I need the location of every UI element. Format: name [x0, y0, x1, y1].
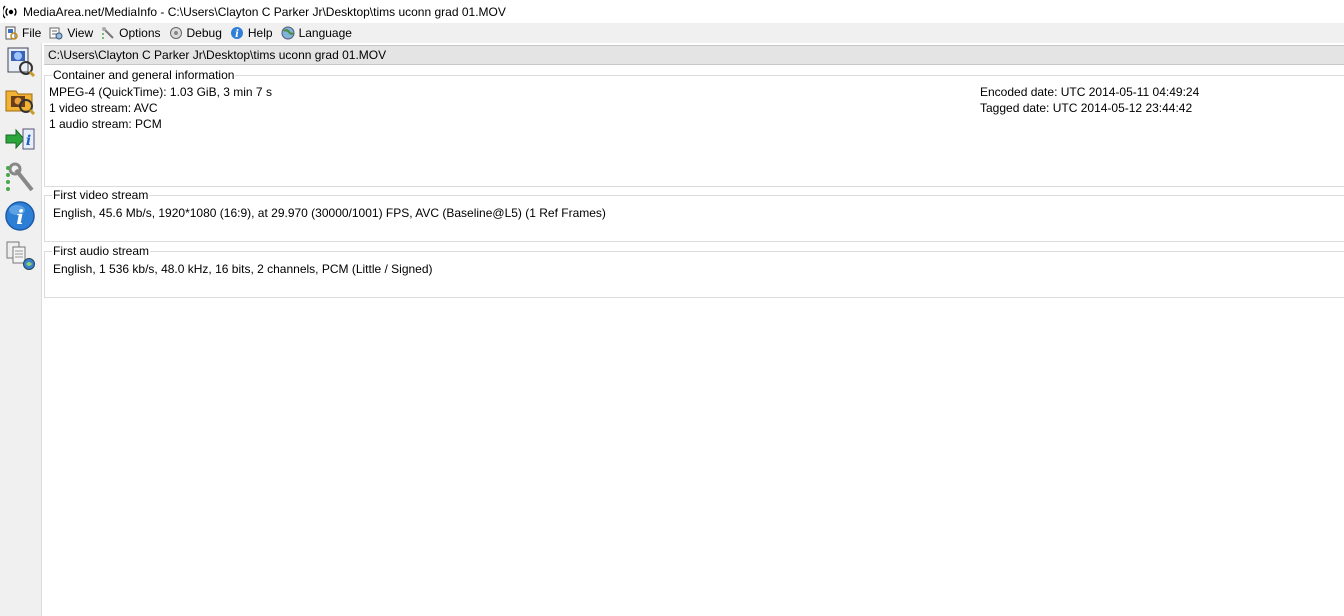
menu-debug-label: Debug — [186, 26, 222, 40]
general-video-streams: 1 video stream: AVC — [49, 101, 158, 115]
menu-bar: File View Options Debug i Help Language — [0, 23, 1344, 43]
menu-help[interactable]: i Help — [226, 23, 277, 43]
general-audio-streams: 1 audio stream: PCM — [49, 117, 162, 131]
menu-options-label: Options — [119, 26, 161, 40]
open-file-icon — [4, 45, 36, 80]
debug-icon — [168, 25, 184, 41]
file-icon — [3, 25, 19, 41]
left-toolbar: i i — [0, 43, 42, 616]
knowledge-icon — [4, 239, 36, 274]
title-bar: MediaArea.net/MediaInfo - C:\Users\Clayt… — [0, 0, 1344, 23]
menu-debug[interactable]: Debug — [165, 23, 226, 43]
export-button[interactable]: i — [3, 123, 37, 157]
menu-options[interactable]: Options — [97, 23, 164, 43]
menu-view-label: View — [67, 26, 94, 40]
general-format: MPEG-4 (QuickTime): 1.03 GiB, 3 min 7 s — [49, 85, 272, 99]
general-encoded-date: Encoded date: UTC 2014-05-11 04:49:24 — [980, 85, 1200, 99]
menu-file[interactable]: File — [0, 23, 45, 43]
menu-language-label: Language — [298, 26, 352, 40]
svg-text:i: i — [26, 133, 31, 149]
menu-view[interactable]: View — [45, 23, 97, 43]
file-path: C:\Users\Clayton C Parker Jr\Desktop\tim… — [48, 48, 387, 62]
video-heading: First video stream — [52, 188, 150, 202]
view-icon — [48, 25, 64, 41]
general-heading: Container and general information — [52, 68, 236, 82]
knowledge-button[interactable] — [3, 239, 37, 273]
about-icon: i — [4, 200, 36, 235]
audio-heading: First audio stream — [52, 244, 151, 258]
video-details: English, 45.6 Mb/s, 1920*1080 (16:9), at… — [53, 206, 606, 220]
language-icon — [280, 25, 296, 41]
general-tagged-date: Tagged date: UTC 2014-05-12 23:44:42 — [980, 101, 1193, 115]
help-icon: i — [229, 25, 245, 41]
preferences-icon — [4, 162, 36, 197]
svg-text:i: i — [16, 205, 24, 229]
options-icon — [100, 25, 116, 41]
window-title: MediaArea.net/MediaInfo - C:\Users\Clayt… — [23, 4, 506, 19]
menu-help-label: Help — [247, 26, 273, 40]
file-path-bar[interactable]: C:\Users\Clayton C Parker Jr\Desktop\tim… — [44, 45, 1344, 65]
menu-file-label: File — [22, 26, 42, 40]
about-button[interactable]: i — [3, 200, 37, 234]
mediainfo-app-icon — [3, 4, 19, 20]
open-folder-icon — [4, 83, 36, 118]
menu-language[interactable]: Language — [277, 23, 356, 43]
general-info-group: Container and general information MPEG-4… — [44, 68, 1344, 187]
video-stream-group: First video stream English, 45.6 Mb/s, 1… — [44, 188, 1344, 242]
open-file-button[interactable] — [3, 45, 37, 79]
export-icon: i — [4, 123, 36, 158]
svg-text:i: i — [235, 29, 239, 40]
audio-stream-group: First audio stream English, 1 536 kb/s, … — [44, 244, 1344, 298]
open-folder-button[interactable] — [3, 83, 37, 117]
audio-details: English, 1 536 kb/s, 48.0 kHz, 16 bits, … — [53, 262, 433, 276]
preferences-button[interactable] — [3, 162, 37, 196]
